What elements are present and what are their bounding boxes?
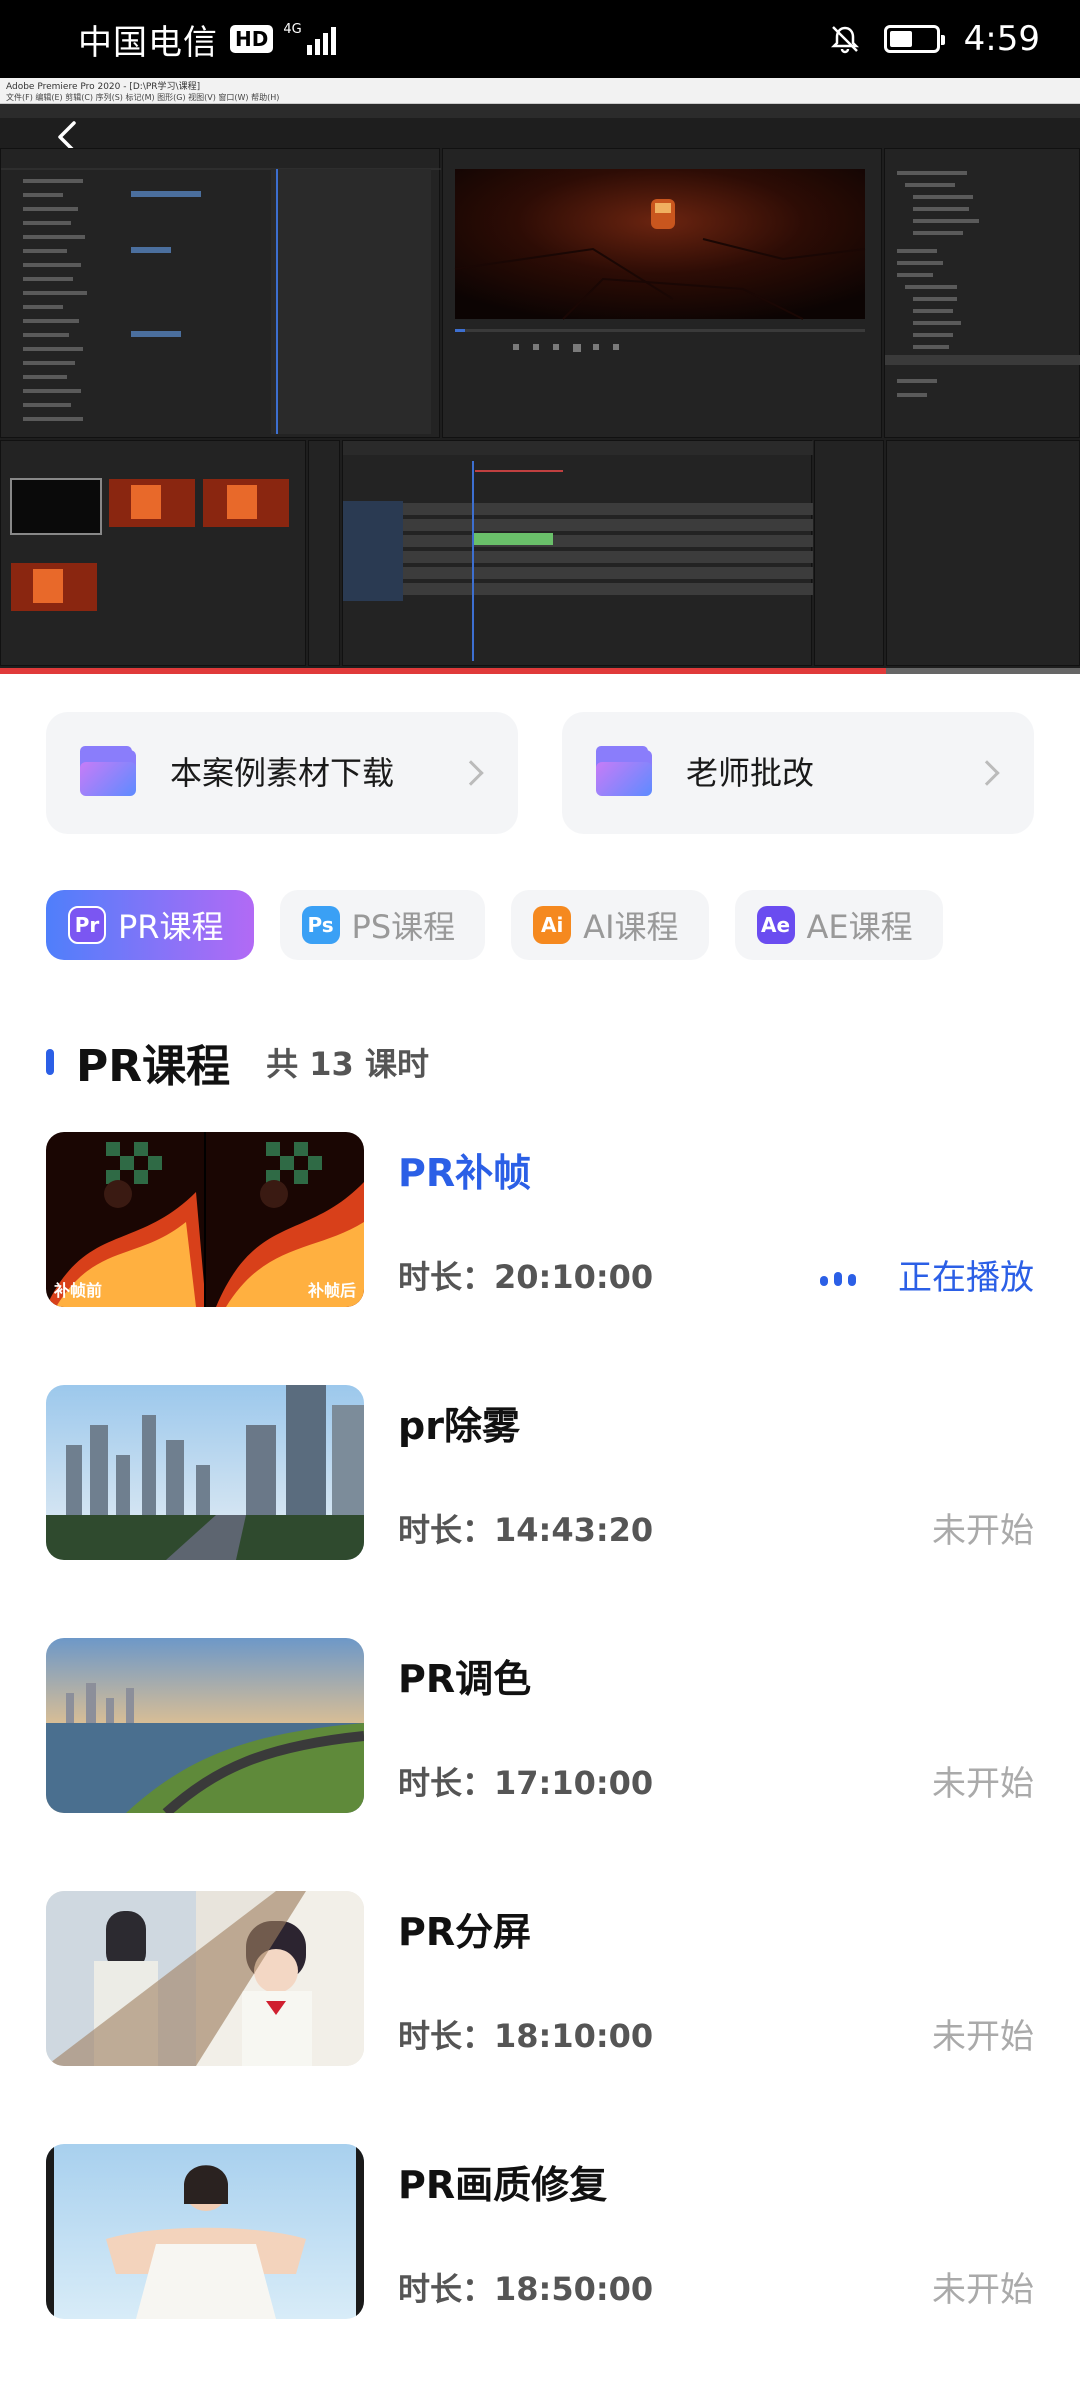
lesson-thumbnail (46, 1638, 364, 1813)
download-materials-card[interactable]: 本案例素材下载 (46, 712, 518, 834)
section-header: PR课程 共 13 课时 (46, 1030, 429, 1094)
playing-equalizer-icon (820, 1272, 856, 1286)
teacher-review-card[interactable]: 老师批改 (562, 712, 1034, 834)
video-progress-bar[interactable] (0, 668, 886, 674)
lesson-title: PR补帧 (398, 1151, 532, 1195)
signal-icon: 4G (283, 22, 336, 55)
tab-ps-course[interactable]: Ps PS课程 (279, 890, 486, 960)
timeline-tracks (343, 441, 813, 661)
network-type: 4G (283, 22, 302, 37)
thumbnail-caption-left: 补帧前 (54, 1281, 103, 1300)
course-tabs: Pr PR课程 Ps PS课程 Ai AI课程 Ae AE课程 (46, 890, 1080, 960)
battery-icon (883, 25, 945, 53)
chevron-right-icon (974, 760, 1000, 786)
lesson-duration: 时长：18:10:00 (398, 2017, 654, 2055)
lesson-item[interactable]: PR分屏 时长：18:10:00 未开始 (46, 1891, 1034, 2144)
tab-pr-course[interactable]: Pr PR课程 (46, 890, 254, 960)
lesson-status: 未开始 (932, 1511, 1034, 1551)
chevron-right-icon (458, 760, 484, 786)
lesson-duration: 时长：20:10:00 (398, 1258, 654, 1296)
status-bar: 中国电信 HD 4G 4:59 (0, 0, 1080, 78)
carrier-name: 中国电信 (78, 22, 218, 63)
video-progress-remaining[interactable] (886, 668, 1080, 674)
lesson-thumbnail (46, 1891, 364, 2066)
section-title: PR课程 (76, 1041, 231, 1092)
video-menu-bar: 文件(F) 编辑(E) 剪辑(C) 序列(S) 标记(M) 图形(G) 视图(V… (0, 92, 1080, 104)
photoshop-icon: Ps (301, 906, 340, 944)
lesson-item[interactable]: pr除雾 时长：14:43:20 未开始 (46, 1385, 1034, 1638)
essential-panel (886, 440, 1080, 666)
lesson-title: PR分屏 (398, 1910, 532, 1954)
folder-icon (80, 746, 136, 796)
lesson-status: 未开始 (932, 1764, 1034, 1804)
lesson-count: 共 13 课时 (266, 1045, 429, 1083)
project-tree (885, 171, 1080, 397)
teacher-review-label: 老师批改 (686, 754, 815, 792)
thumbnail-caption-right: 补帧后 (307, 1281, 356, 1300)
tools-panel (308, 440, 340, 666)
lesson-thumbnail (46, 1385, 364, 1560)
program-monitor-frame (454, 169, 866, 352)
tab-label: PR课程 (118, 908, 224, 946)
section-accent-bar (46, 1049, 54, 1075)
lesson-item[interactable]: PR画质修复 时长：18:50:00 未开始 (46, 2144, 1034, 2397)
media-browser-panel (0, 440, 306, 666)
mute-bell-icon (830, 26, 859, 54)
tab-label: AI课程 (583, 908, 679, 946)
lesson-duration: 时长：18:50:00 (398, 2270, 654, 2308)
folder-icon (596, 746, 652, 796)
lesson-title: PR画质修复 (398, 2163, 608, 2207)
clock: 4:59 (963, 19, 1040, 59)
effect-controls-panel (0, 148, 441, 438)
effect-controls-content (1, 168, 441, 434)
action-cards: 本案例素材下载 老师批改 (46, 712, 1034, 834)
tab-label: PS课程 (351, 908, 456, 946)
lesson-duration: 时长：17:10:00 (398, 1764, 654, 1802)
video-player[interactable]: Adobe Premiere Pro 2020 - [D:\PR学习\课程] 文… (0, 78, 1080, 674)
premiere-icon: Pr (68, 906, 106, 944)
lesson-status: 正在播放 (898, 1258, 1034, 1298)
lesson-item[interactable]: 补帧前 补帧后 PR补帧 时长：20:10:00 正在播放 (46, 1132, 1034, 1385)
lesson-item[interactable]: PR调色 时长：17:10:00 未开始 (46, 1638, 1034, 1891)
tab-label: AE课程 (806, 908, 913, 946)
project-panel (884, 148, 1080, 438)
lesson-status: 未开始 (932, 2270, 1034, 2310)
media-thumbnails (10, 478, 289, 611)
lesson-status: 未开始 (932, 2017, 1034, 2057)
lesson-duration: 时长：14:43:20 (398, 1511, 654, 1549)
program-monitor (442, 148, 882, 438)
download-materials-label: 本案例素材下载 (170, 754, 395, 792)
lesson-title: pr除雾 (398, 1404, 520, 1448)
tab-ai-course[interactable]: Ai AI课程 (511, 890, 709, 960)
illustrator-icon: Ai (533, 906, 572, 944)
lesson-title: PR调色 (398, 1657, 532, 1701)
after-effects-icon: Ae (756, 906, 795, 944)
lesson-list: 补帧前 补帧后 PR补帧 时长：20:10:00 正在播放 pr除雾 时长：14… (46, 1132, 1034, 2397)
hd-badge: HD (230, 25, 274, 53)
tab-ae-course[interactable]: Ae AE课程 (734, 890, 943, 960)
timeline-panel (342, 440, 813, 666)
lesson-thumbnail (46, 2144, 364, 2319)
video-window-title: Adobe Premiere Pro 2020 - [D:\PR学习\课程] (0, 78, 1080, 92)
audio-meter-panel (814, 440, 884, 666)
lesson-thumbnail: 补帧前 补帧后 (46, 1132, 364, 1307)
